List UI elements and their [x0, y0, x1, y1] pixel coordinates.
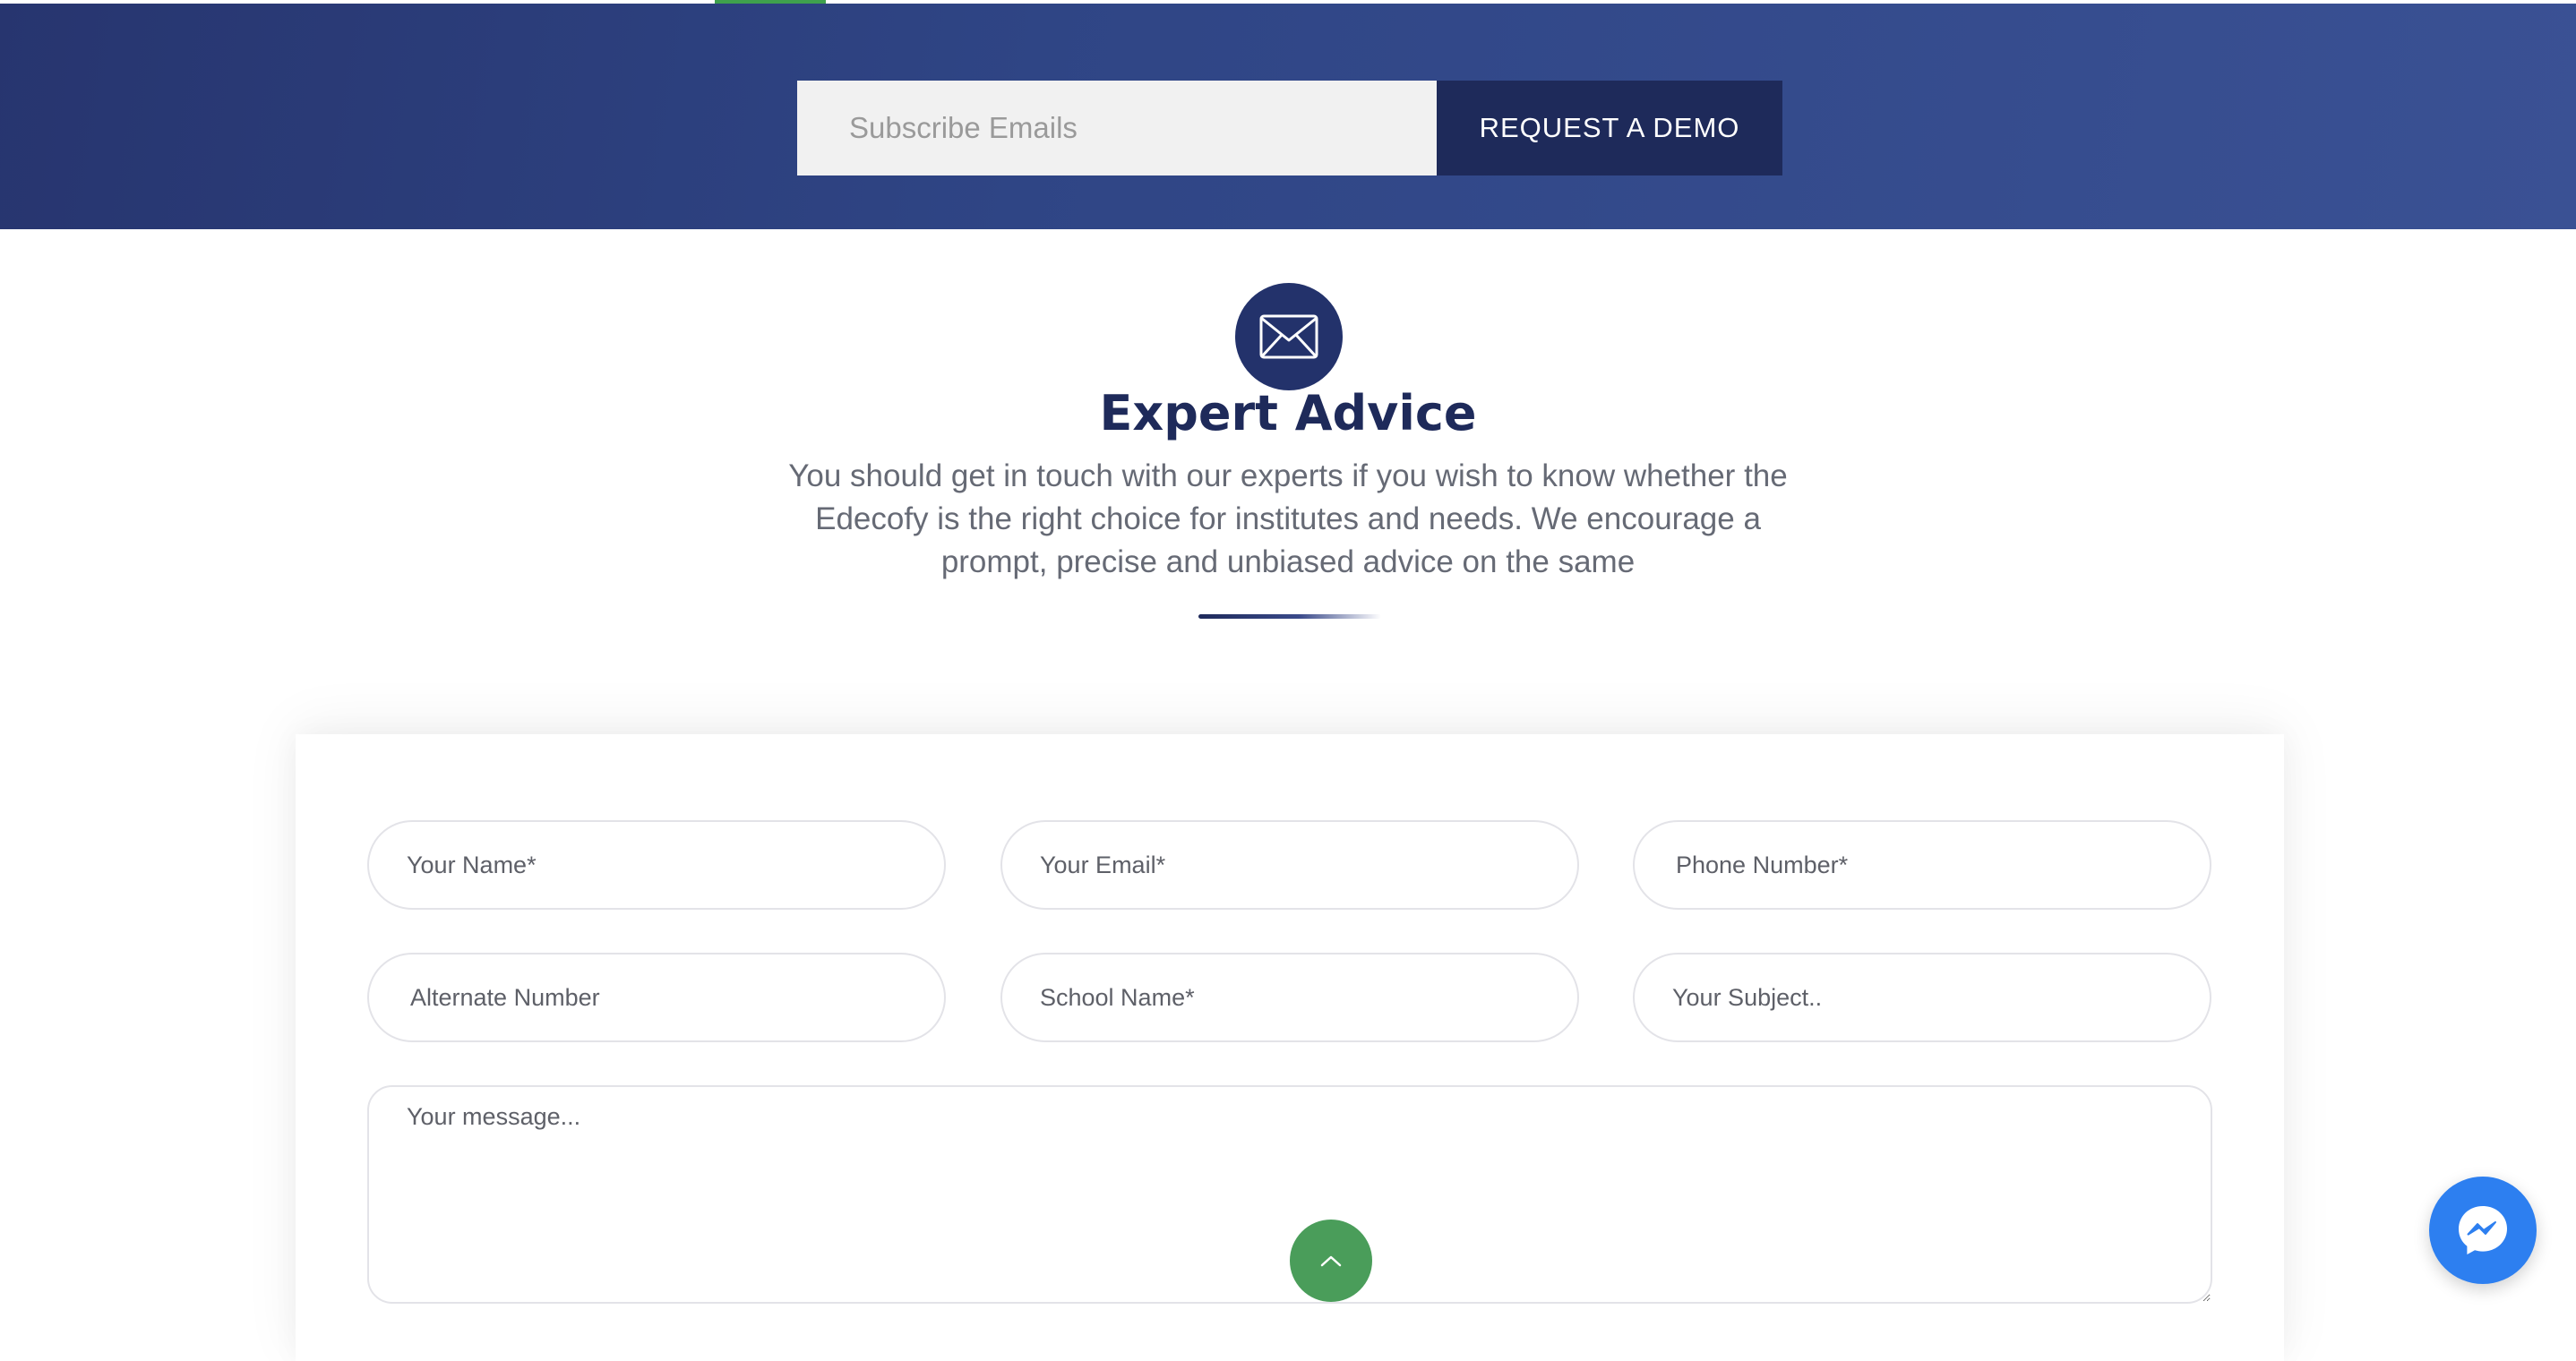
- phone-field[interactable]: [1633, 820, 2211, 910]
- request-demo-button[interactable]: REQUEST A DEMO: [1437, 81, 1782, 175]
- subject-field[interactable]: [1633, 953, 2211, 1042]
- school-name-field[interactable]: [1000, 953, 1579, 1042]
- envelope-icon: [1235, 283, 1343, 390]
- message-field[interactable]: [367, 1085, 2212, 1304]
- band-top-accent: [715, 0, 826, 4]
- messenger-icon: [2459, 1206, 2507, 1254]
- subscribe-email-input[interactable]: [797, 81, 1437, 175]
- band-top-edge: [0, 0, 2576, 4]
- section-description: You should get in touch with our experts…: [788, 458, 1788, 579]
- section-title: Expert Advice: [1099, 385, 1477, 441]
- envelope-icon-graphic: [1259, 314, 1318, 359]
- chevron-up-icon: [1320, 1255, 1342, 1267]
- messenger-chat-button[interactable]: [2429, 1177, 2537, 1284]
- name-field[interactable]: [367, 820, 946, 910]
- alternate-number-field[interactable]: [367, 953, 946, 1042]
- section-divider: [1198, 614, 1381, 619]
- scroll-to-top-button[interactable]: [1290, 1220, 1372, 1302]
- email-field[interactable]: [1000, 820, 1579, 910]
